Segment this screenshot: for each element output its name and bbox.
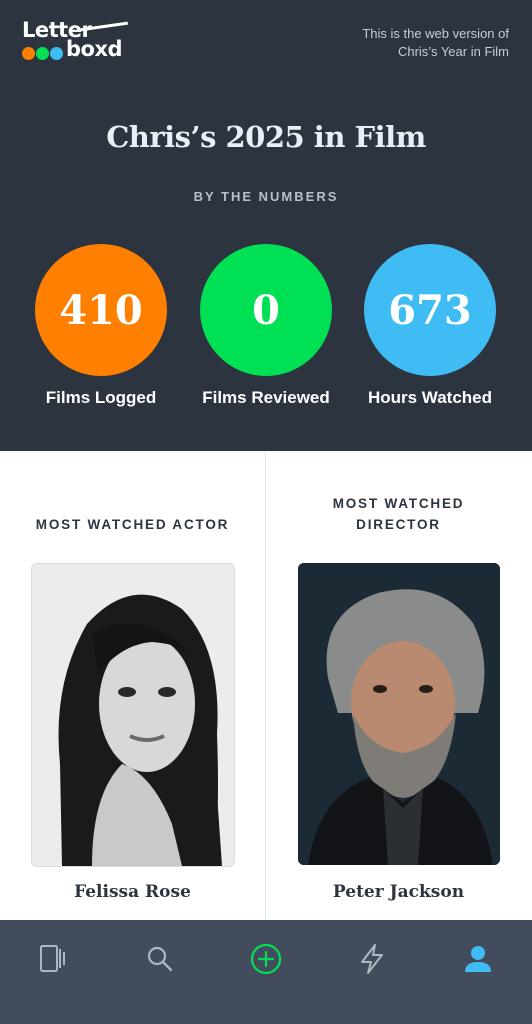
section-subtitle: BY THE NUMBERS [193, 189, 339, 204]
stat-value: 0 [252, 286, 280, 334]
stat-circle: 410 [35, 244, 167, 376]
actor-heading-text: MOST WATCHED ACTOR [35, 517, 230, 532]
director-panel: MOST WATCHED DIRECTOR Peter Jackson [266, 451, 531, 920]
profile-icon [465, 946, 491, 972]
stat-value: 673 [388, 286, 472, 334]
stat-label: Hours Watched [367, 388, 493, 407]
stat-hours-watched: 673 Hours Watched [350, 244, 510, 408]
actor-photo[interactable] [31, 563, 235, 867]
director-photo[interactable] [298, 563, 500, 865]
stat-films-reviewed: 0 Films Reviewed [186, 244, 346, 408]
actor-portrait-image [32, 564, 234, 866]
director-heading: MOST WATCHED DIRECTOR [266, 493, 531, 535]
logo-dot-orange [22, 47, 35, 60]
director-heading-line-2: DIRECTOR [356, 517, 441, 532]
stat-circle: 0 [200, 244, 332, 376]
nav-profile[interactable] [453, 934, 503, 984]
actor-name[interactable]: Felissa Rose [0, 882, 265, 902]
activity-icon [361, 944, 383, 974]
notice-line-1: This is the web version of [362, 26, 509, 41]
nav-films[interactable] [28, 934, 78, 984]
logo-dot-green [36, 47, 49, 60]
most-watched-section: MOST WATCHED ACTOR Felissa Rose MOST WAT… [0, 451, 532, 920]
films-icon [40, 945, 65, 972]
stat-value: 410 [59, 286, 143, 334]
web-version-notice: This is the web version of Chris’s Year … [289, 25, 509, 61]
nav-search[interactable] [135, 934, 185, 984]
director-portrait-image [298, 563, 500, 865]
nav-add[interactable] [241, 934, 291, 984]
logo-word-2: boxd [66, 37, 123, 61]
actor-heading: MOST WATCHED ACTOR [0, 514, 265, 535]
stat-circle: 673 [364, 244, 496, 376]
letterboxd-logo[interactable]: Letter boxd [22, 16, 132, 66]
add-icon [250, 943, 282, 975]
director-heading-line-1: MOST WATCHED [332, 496, 465, 511]
stat-films-logged: 410 Films Logged [21, 244, 181, 408]
stat-label: Films Logged [45, 388, 157, 407]
notice-line-2: Chris’s Year in Film [397, 44, 509, 59]
logo-dot-blue [50, 47, 63, 60]
stat-label: Films Reviewed [202, 388, 330, 407]
director-name[interactable]: Peter Jackson [266, 882, 531, 902]
summary-header: Letter boxd This is the web version of C… [0, 0, 532, 451]
actor-panel: MOST WATCHED ACTOR Felissa Rose [0, 451, 265, 920]
nav-activity[interactable] [347, 934, 397, 984]
bottom-nav [0, 920, 532, 1024]
search-icon [147, 946, 173, 972]
page-title: Chris’s 2025 in Film [106, 120, 426, 154]
